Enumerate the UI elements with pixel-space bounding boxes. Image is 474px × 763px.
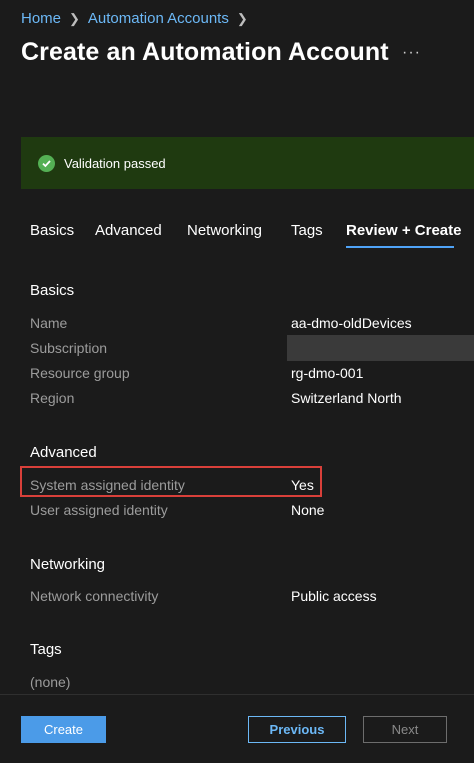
breadcrumb-automation-accounts-link[interactable]: Automation Accounts [88,10,229,27]
section-heading-advanced: Advanced [30,444,97,461]
label-resource-group: Resource group [30,365,130,381]
active-tab-indicator [346,246,454,248]
previous-button[interactable]: Previous [248,716,346,743]
section-heading-tags: Tags [30,641,62,658]
create-automation-account-page: Home ❯ Automation Accounts ❯ Create an A… [0,0,474,763]
tab-advanced[interactable]: Advanced [95,222,162,239]
more-options-button[interactable]: ··· [402,44,421,62]
label-name: Name [30,315,68,331]
section-heading-basics: Basics [30,282,75,299]
value-system-assigned-identity: Yes [291,477,314,493]
tab-review-create[interactable]: Review + Create [346,222,461,239]
value-region: Switzerland North [291,390,402,406]
validation-message: Validation passed [64,155,166,171]
label-user-assigned-identity: User assigned identity [30,502,168,518]
tab-networking[interactable]: Networking [187,222,262,239]
value-network-connectivity: Public access [291,588,377,604]
tab-tags[interactable]: Tags [291,222,323,239]
validation-banner: Validation passed [21,137,474,189]
label-tags-none: (none) [30,674,71,690]
chevron-right-icon: ❯ [236,10,248,26]
wizard-footer: Create Previous Next [0,694,474,763]
value-user-assigned-identity: None [291,502,325,518]
check-circle-icon [38,154,55,172]
tab-basics[interactable]: Basics [30,222,74,239]
redacted-subscription-value [287,335,474,361]
chevron-right-icon: ❯ [69,10,80,26]
breadcrumb-home-link[interactable]: Home [21,10,61,27]
value-name: aa-dmo-oldDevices [291,315,412,331]
wizard-tabs: Basics Advanced Networking Tags Review +… [0,218,474,248]
label-region: Region [30,390,75,406]
label-system-assigned-identity: System assigned identity [30,477,185,493]
next-button[interactable]: Next [363,716,447,743]
create-button[interactable]: Create [21,716,106,743]
section-heading-networking: Networking [30,556,106,573]
label-subscription: Subscription [30,340,108,356]
label-network-connectivity: Network connectivity [30,588,159,604]
page-title: Create an Automation Account [21,38,389,66]
value-resource-group: rg-dmo-001 [291,365,364,381]
breadcrumb: Home ❯ Automation Accounts ❯ [21,10,256,27]
